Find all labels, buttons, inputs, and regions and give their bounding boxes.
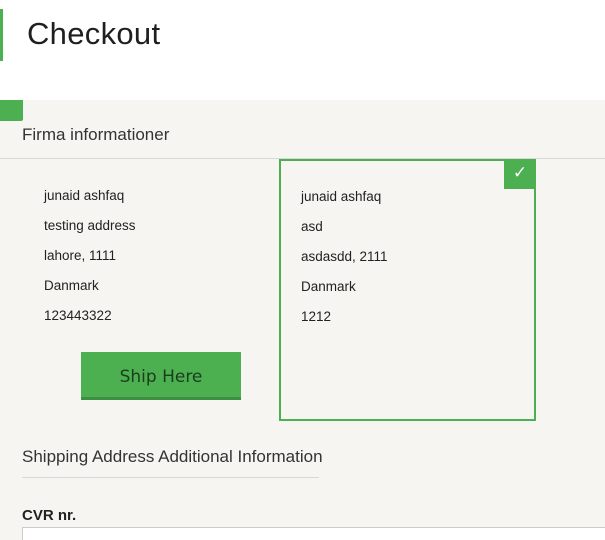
additional-info-divider: [22, 477, 319, 478]
additional-info-title: Shipping Address Additional Information: [22, 447, 323, 466]
company-section-title: Firma informationer: [22, 125, 170, 144]
page-title: Checkout: [27, 16, 161, 51]
address-name: junaid ashfaq: [44, 188, 125, 203]
cvr-label: CVR nr.: [22, 507, 77, 524]
address-street: testing address: [44, 218, 136, 233]
address-country: Danmark: [44, 278, 99, 293]
cvr-input[interactable]: [22, 527, 605, 540]
address-phone: 123443322: [44, 308, 112, 323]
address-phone: 1212: [301, 309, 332, 324]
ship-here-button[interactable]: Ship Here: [81, 352, 241, 400]
address-city-zip: lahore, 1111: [44, 248, 117, 263]
address-lines: junaid ashfaq asd asdasdd, 2111 Danmark …: [301, 182, 388, 332]
address-card-selected[interactable]: ✓ junaid ashfaq asd asdasdd, 2111 Danmar…: [279, 159, 536, 421]
address-name: junaid ashfaq: [301, 189, 382, 204]
header-accent-bar: [0, 9, 3, 61]
page-header: Checkout: [0, 0, 605, 100]
check-icon: ✓: [504, 159, 536, 189]
shipping-address-panel: Firma informationer junaid ashfaq testin…: [0, 100, 605, 540]
address-city-zip: asdasdd, 2111: [301, 249, 388, 264]
address-lines: junaid ashfaq testing address lahore, 11…: [44, 181, 136, 331]
address-street: asd: [301, 219, 323, 234]
address-country: Danmark: [301, 279, 356, 294]
checkout-page: Checkout Firma informationer junaid ashf…: [0, 0, 605, 540]
panel-corner-marker: [0, 100, 23, 121]
